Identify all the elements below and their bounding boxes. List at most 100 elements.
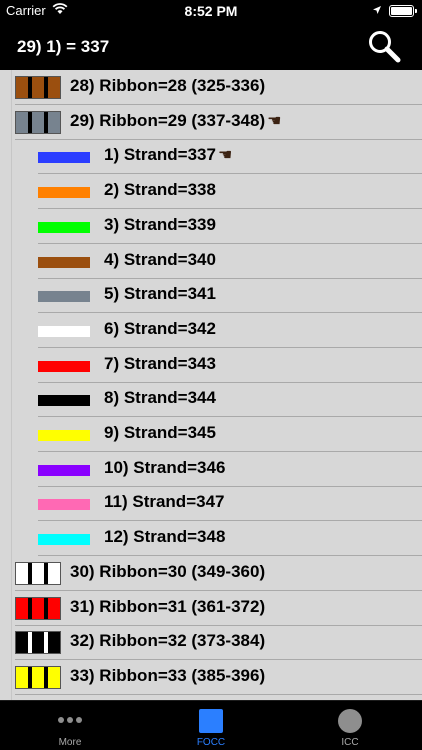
strand-row[interactable]: 3) Strand=339: [0, 208, 422, 244]
tab-focc[interactable]: FOCC: [140, 701, 282, 750]
strand-row[interactable]: 12) Strand=348: [0, 521, 422, 557]
ribbon-row[interactable]: 28) Ribbon=28 (325-336): [0, 70, 422, 105]
strand-label: 7) Strand=343: [104, 353, 216, 373]
strand-label: 12) Strand=348: [104, 527, 226, 547]
ribbon-row[interactable]: 32) Ribbon=32 (373-384): [0, 625, 422, 661]
row-left-divider: [11, 451, 12, 487]
strand-label: 2) Strand=338: [104, 180, 216, 200]
row-left-divider: [11, 174, 12, 210]
strand-row[interactable]: 9) Strand=345: [0, 417, 422, 452]
ribbon-color-icon: [15, 110, 61, 134]
ribbon-stripe: [28, 666, 32, 688]
ribbon-color-icon: [15, 631, 61, 655]
tab-icc[interactable]: ICC: [280, 701, 420, 750]
row-left-divider: [11, 590, 12, 626]
tab-label: ICC: [341, 737, 359, 748]
ribbon-label: 33) Ribbon=33 (385-396): [70, 665, 266, 685]
strand-label: 3) Strand=339: [104, 214, 216, 234]
strand-color-bar: [38, 430, 90, 441]
strand-label: 1) Strand=337 ☚: [104, 145, 233, 165]
search-icon[interactable]: [366, 28, 402, 64]
strand-label: 6) Strand=342: [104, 318, 216, 338]
row-left-divider: [11, 625, 12, 661]
strand-label: 9) Strand=345: [104, 423, 216, 442]
ribbon-color-icon: [15, 561, 61, 585]
ribbon-stripe: [44, 666, 48, 688]
ribbon-stripe: [44, 111, 48, 133]
ribbon-stripe: [44, 632, 48, 654]
strand-row[interactable]: 7) Strand=343: [0, 347, 422, 383]
tab-bar: More FOCC ICC: [0, 700, 422, 750]
more-icon: [58, 717, 82, 723]
row-left-divider: [11, 139, 12, 175]
ribbon-label: 28) Ribbon=28 (325-336): [70, 76, 266, 95]
strand-row[interactable]: 4) Strand=340: [0, 243, 422, 279]
row-left-divider: [11, 278, 12, 314]
row-left-divider: [11, 659, 12, 695]
strand-color-bar: [38, 187, 90, 199]
strand-row[interactable]: 10) Strand=346: [0, 451, 422, 487]
tab-more[interactable]: More: [0, 701, 140, 750]
tab-label: FOCC: [196, 737, 226, 748]
ribbon-row[interactable]: 31) Ribbon=31 (361-372): [0, 590, 422, 626]
ribbon-row[interactable]: 30) Ribbon=30 (349-360): [0, 555, 422, 591]
strand-row[interactable]: 8) Strand=344: [0, 382, 422, 418]
ribbon-stripe: [28, 597, 32, 619]
ribbon-color-icon: [15, 665, 61, 689]
row-left-divider: [11, 382, 12, 418]
ribbon-label: 30) Ribbon=30 (349-360): [70, 561, 266, 581]
row-left-divider: [11, 555, 12, 591]
battery-icon: [389, 5, 417, 17]
row-left-divider: [11, 486, 12, 522]
ribbon-label: 32) Ribbon=32 (373-384): [70, 631, 266, 651]
ribbon-row[interactable]: 29) Ribbon=29 (337-348) ☚: [0, 104, 422, 140]
strand-row[interactable]: 5) Strand=341: [0, 278, 422, 314]
strand-color-bar: [38, 325, 90, 337]
ribbon-strand-list[interactable]: 28) Ribbon=28 (325-336) 29) Ribbon=29 (33…: [0, 70, 422, 700]
strand-row[interactable]: 11) Strand=347: [0, 486, 422, 522]
strand-color-bar: [38, 291, 90, 303]
strand-color-bar: [38, 534, 90, 546]
strand-row[interactable]: 6) Strand=342: [0, 312, 422, 348]
ribbon-label: 31) Ribbon=31 (361-372): [70, 596, 266, 616]
ribbon-stripe: [44, 562, 48, 584]
ribbon-label: 29) Ribbon=29 (337-348) ☚: [70, 110, 282, 130]
pointing-hand-icon: ☚: [217, 147, 233, 165]
tab-label: More: [58, 737, 82, 748]
location-arrow-icon: [373, 6, 381, 14]
strand-row[interactable]: 2) Strand=338: [0, 174, 422, 210]
row-left-divider: [11, 417, 12, 452]
ribbon-stripe: [28, 562, 32, 584]
ribbon-color-icon: [15, 596, 61, 620]
strand-label: 10) Strand=346: [104, 457, 226, 477]
strand-label: 5) Strand=341: [104, 284, 216, 304]
ribbon-color-icon: [15, 76, 61, 99]
status-bar: Carrier 8:52 PM: [0, 0, 422, 22]
strand-color-bar: [38, 360, 90, 372]
row-left-divider: [11, 104, 12, 140]
strand-label: 4) Strand=340: [104, 249, 216, 269]
row-left-divider: [11, 312, 12, 348]
ribbon-stripe: [44, 597, 48, 619]
ribbon-row[interactable]: 33) Ribbon=33 (385-396): [0, 659, 422, 695]
strand-color-bar: [38, 256, 90, 268]
status-time: 8:52 PM: [184, 3, 238, 19]
strand-color-bar: [38, 395, 90, 407]
strand-row[interactable]: 1) Strand=337 ☚: [0, 139, 422, 175]
row-left-divider: [11, 208, 12, 244]
strand-label: 8) Strand=344: [104, 388, 216, 408]
strand-label: 11) Strand=347: [104, 492, 225, 512]
ribbon-stripe: [28, 111, 32, 133]
nav-bar: 29) 1) = 337: [0, 22, 422, 70]
page-title: 29) 1) = 337: [17, 37, 110, 56]
ribbon-stripe: [28, 632, 32, 654]
row-left-divider: [11, 347, 12, 383]
focc-square-icon: [199, 709, 223, 733]
icc-circle-icon: [338, 709, 362, 733]
strand-color-bar: [38, 221, 90, 233]
strand-color-bar: [38, 152, 90, 164]
row-left-divider: [11, 70, 12, 105]
ribbon-stripe: [28, 77, 32, 98]
row-left-divider: [11, 521, 12, 557]
ribbon-stripe: [44, 77, 48, 98]
